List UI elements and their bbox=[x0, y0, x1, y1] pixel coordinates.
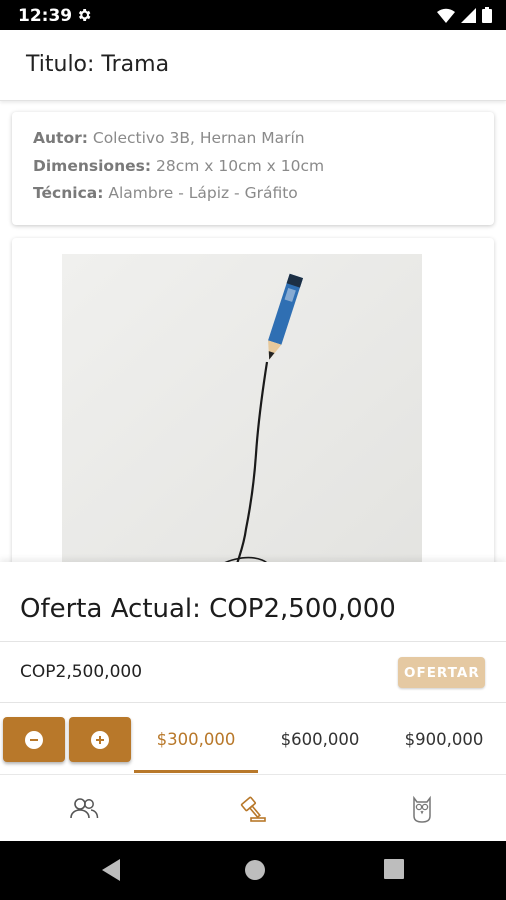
decrement-button[interactable] bbox=[3, 717, 65, 762]
increment-tabs: $300,000 $600,000 $900,000 bbox=[134, 705, 506, 773]
current-offer-title: Oferta Actual: COP2,500,000 bbox=[20, 594, 396, 624]
system-navigation-bar bbox=[0, 841, 506, 900]
people-icon bbox=[70, 797, 99, 818]
technique-row: Técnica: Alambre - Lápiz - Gráfito bbox=[33, 184, 298, 202]
owl-icon bbox=[413, 795, 431, 823]
increment-button[interactable] bbox=[69, 717, 131, 762]
dimensions-value: 28cm x 10cm x 10cm bbox=[155, 157, 325, 175]
divider bbox=[0, 702, 506, 703]
wifi-icon bbox=[437, 8, 455, 23]
bottom-navigation bbox=[0, 774, 506, 842]
author-label: Autor: bbox=[33, 129, 88, 147]
app-bar: Titulo: Trama bbox=[0, 30, 506, 101]
artwork-image-card bbox=[12, 238, 494, 578]
artwork-details-card: Autor: Colectivo 3B, Hernan Marín Dimens… bbox=[12, 112, 494, 225]
battery-icon bbox=[482, 7, 492, 23]
auction-gavel-icon bbox=[240, 796, 266, 822]
nav-item-owl[interactable] bbox=[338, 775, 506, 842]
nav-item-people[interactable] bbox=[0, 775, 168, 842]
author-row: Autor: Colectivo 3B, Hernan Marín bbox=[33, 129, 305, 147]
tab-increment-600000[interactable]: $600,000 bbox=[258, 705, 382, 773]
tab-increment-900000[interactable]: $900,000 bbox=[382, 705, 506, 773]
home-icon[interactable] bbox=[244, 859, 266, 881]
minus-icon bbox=[25, 730, 43, 749]
divider bbox=[0, 641, 506, 642]
status-bar: 12:39 bbox=[0, 0, 506, 30]
bid-panel: Oferta Actual: COP2,500,000 COP2,500,000… bbox=[0, 562, 506, 774]
artwork-drawing bbox=[62, 254, 422, 578]
back-icon[interactable] bbox=[102, 859, 122, 881]
settings-icon bbox=[78, 9, 91, 21]
plus-icon bbox=[91, 730, 109, 749]
dimensions-label: Dimensiones: bbox=[33, 157, 152, 175]
author-value: Colectivo 3B, Hernan Marín bbox=[92, 129, 305, 147]
technique-value: Alambre - Lápiz - Gráfito bbox=[108, 184, 298, 202]
recents-icon[interactable] bbox=[384, 859, 404, 879]
active-tab-indicator bbox=[134, 770, 258, 773]
pencil-sculpture-image[interactable] bbox=[62, 254, 422, 578]
dimensions-row: Dimensiones: 28cm x 10cm x 10cm bbox=[33, 157, 324, 175]
technique-label: Técnica: bbox=[33, 184, 104, 202]
tab-increment-300000[interactable]: $300,000 bbox=[134, 705, 258, 773]
page-title: Titulo: Trama bbox=[26, 52, 170, 77]
nav-item-auction[interactable] bbox=[169, 775, 337, 842]
offer-button[interactable]: OFERTAR bbox=[398, 657, 485, 688]
bid-amount: COP2,500,000 bbox=[20, 662, 143, 682]
status-time: 12:39 bbox=[18, 6, 73, 26]
signal-icon bbox=[461, 7, 476, 23]
